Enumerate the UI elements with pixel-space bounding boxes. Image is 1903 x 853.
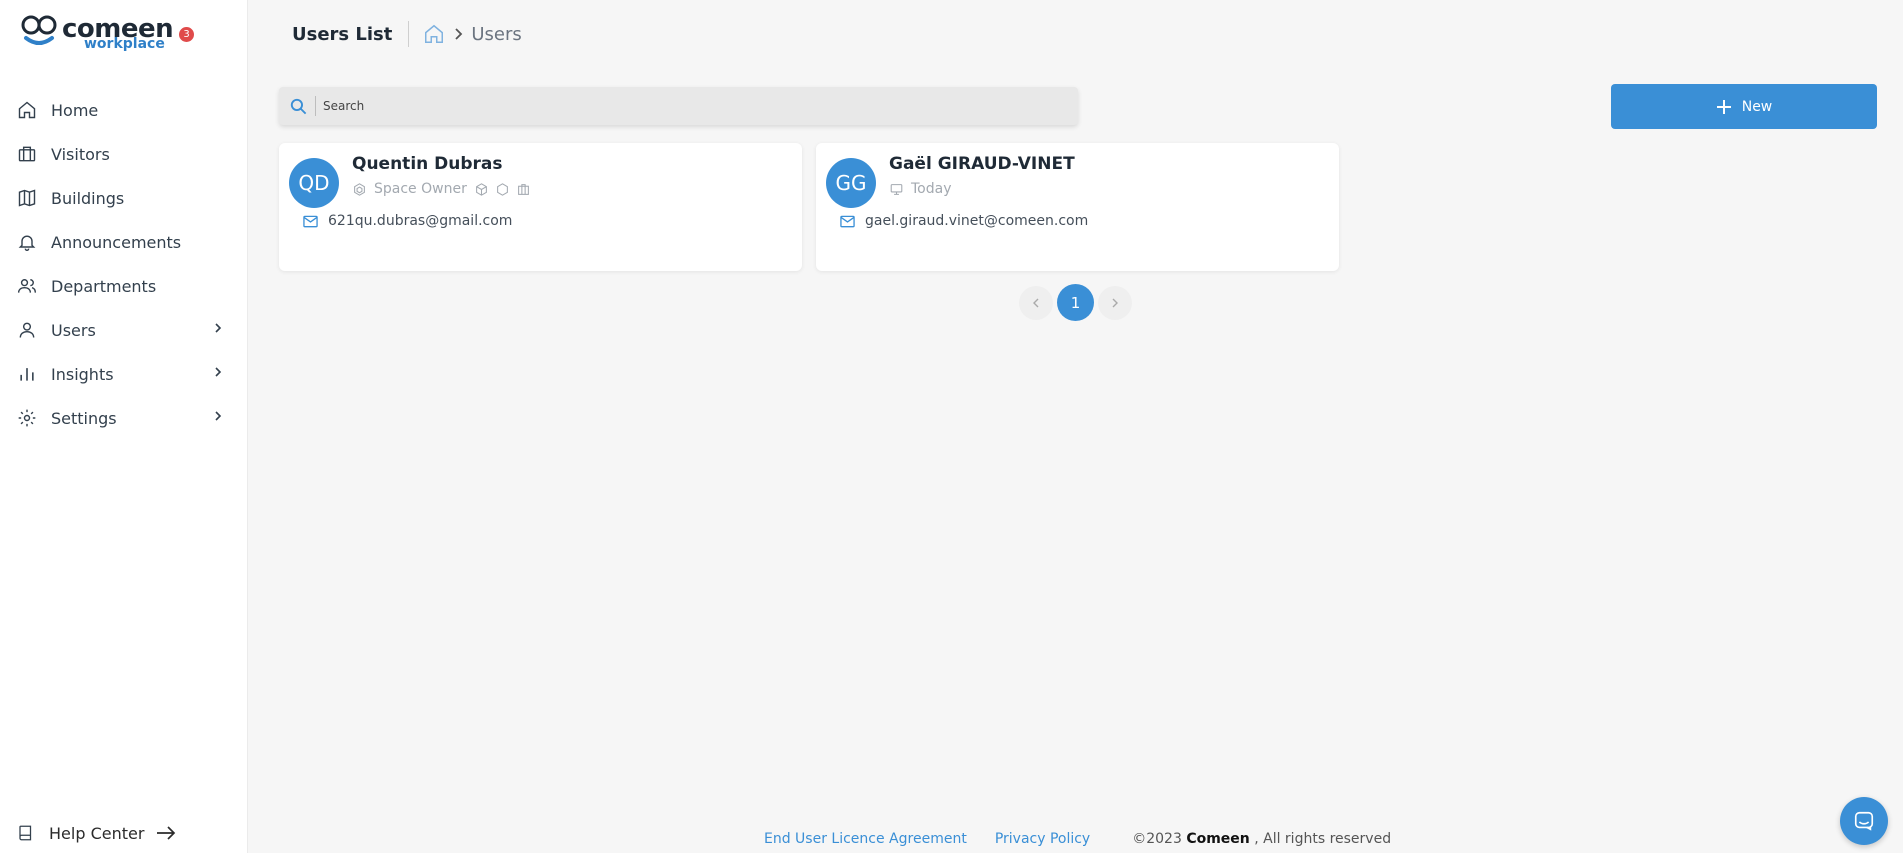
sidebar: comeen workplace 3 Home Visitors Buildin… (0, 0, 248, 853)
user-icon (19, 322, 35, 338)
bar-chart-icon (20, 368, 34, 381)
user-card[interactable]: QD Quentin Dubras Space Owner 621qu.dubr… (279, 143, 802, 271)
hexagon-icon (496, 182, 508, 196)
privacy-policy-link[interactable]: Privacy Policy (995, 831, 1090, 847)
copyright-suffix: , All rights reserved (1254, 831, 1392, 847)
user-email-text: 621qu.dubras@gmail.com (328, 213, 513, 229)
bell-icon (18, 235, 36, 251)
mail-icon (840, 215, 855, 227)
page-number-current[interactable]: 1 (1057, 284, 1094, 321)
chevron-right-icon (455, 28, 463, 40)
user-name[interactable]: Gaël GIRAUD-VINET (889, 154, 1075, 174)
comeen-logo-icon (21, 15, 57, 45)
chevron-right-icon (215, 367, 222, 377)
search-divider (315, 96, 316, 116)
book-icon (19, 825, 32, 841)
home-icon (18, 101, 36, 119)
help-center-link[interactable]: Help Center (17, 823, 176, 843)
pagination: 1 (1019, 284, 1132, 321)
search-bar (279, 87, 1078, 125)
sidebar-item-announcements[interactable]: Announcements (0, 220, 248, 264)
sidebar-item-settings[interactable]: Settings (0, 396, 248, 440)
chat-icon (1854, 811, 1874, 831)
copyright-prefix: ©2023 (1132, 831, 1182, 847)
logo-subtitle: workplace (84, 36, 165, 52)
briefcase-icon (18, 146, 36, 162)
sidebar-item-users[interactable]: Users (0, 308, 248, 352)
sidebar-item-insights[interactable]: Insights (0, 352, 248, 396)
monitor-icon (890, 183, 903, 195)
user-role: Space Owner (374, 181, 467, 197)
space-owner-icon (354, 182, 365, 196)
user-email-text: gael.giraud.vinet@comeen.com (865, 213, 1089, 229)
footer: End User Licence Agreement Privacy Polic… (764, 831, 1391, 847)
help-center-label: Help Center (49, 823, 145, 843)
sidebar-item-label: Announcements (51, 232, 182, 252)
user-meta: Today (890, 181, 960, 197)
sidebar-item-visitors[interactable]: Visitors (0, 132, 248, 176)
sidebar-nav: Home Visitors Buildings Announcements De… (0, 88, 248, 440)
user-card[interactable]: GG Gaël GIRAUD-VINET Today gael.giraud.v… (816, 143, 1339, 271)
page-header: Users List Users (292, 20, 522, 48)
user-email: 621qu.dubras@gmail.com (303, 213, 512, 229)
next-page-button[interactable] (1098, 285, 1132, 320)
sidebar-item-home[interactable]: Home (0, 88, 248, 132)
notification-badge[interactable]: 3 (179, 27, 194, 42)
page-title: Users List (292, 23, 393, 45)
user-meta: Space Owner (353, 181, 530, 197)
user-name[interactable]: Quentin Dubras (352, 154, 503, 174)
sidebar-item-label: Buildings (51, 188, 125, 208)
sidebar-item-label: Home (51, 100, 99, 120)
chevron-right-icon (1112, 298, 1118, 307)
arrow-right-icon (157, 826, 176, 840)
sidebar-item-buildings[interactable]: Buildings (0, 176, 248, 220)
search-icon (290, 98, 307, 114)
sidebar-item-label: Insights (51, 364, 114, 384)
sidebar-item-label: Users (51, 320, 96, 340)
sidebar-item-label: Visitors (51, 144, 110, 164)
new-button-label: New (1741, 98, 1773, 115)
building-icon (517, 183, 529, 195)
users-icon (17, 279, 37, 293)
copyright: ©2023 Comeen , All rights reserved (1132, 831, 1391, 847)
mail-icon (303, 215, 318, 227)
plus-icon (1716, 99, 1731, 114)
chevron-right-icon (215, 323, 222, 333)
map-icon (18, 189, 36, 207)
cube-icon (475, 182, 487, 196)
home-icon[interactable] (423, 23, 445, 45)
search-input[interactable] (321, 98, 1025, 114)
sidebar-item-label: Settings (51, 408, 117, 428)
prev-page-button[interactable] (1019, 285, 1053, 320)
copyright-brand: Comeen (1186, 831, 1250, 847)
gear-icon (18, 409, 36, 427)
new-user-button[interactable]: New (1611, 84, 1877, 129)
breadcrumb-current: Users (471, 23, 522, 45)
chat-launcher-button[interactable] (1840, 797, 1888, 845)
user-email: gael.giraud.vinet@comeen.com (840, 213, 1088, 229)
chevron-left-icon (1033, 298, 1039, 307)
sidebar-item-label: Departments (51, 276, 157, 296)
chevron-right-icon (215, 411, 222, 421)
sidebar-item-departments[interactable]: Departments (0, 264, 248, 308)
user-status: Today (911, 181, 952, 197)
eula-link[interactable]: End User Licence Agreement (764, 831, 967, 847)
avatar: QD (289, 158, 339, 208)
avatar: GG (826, 158, 876, 208)
header-divider (408, 21, 410, 47)
